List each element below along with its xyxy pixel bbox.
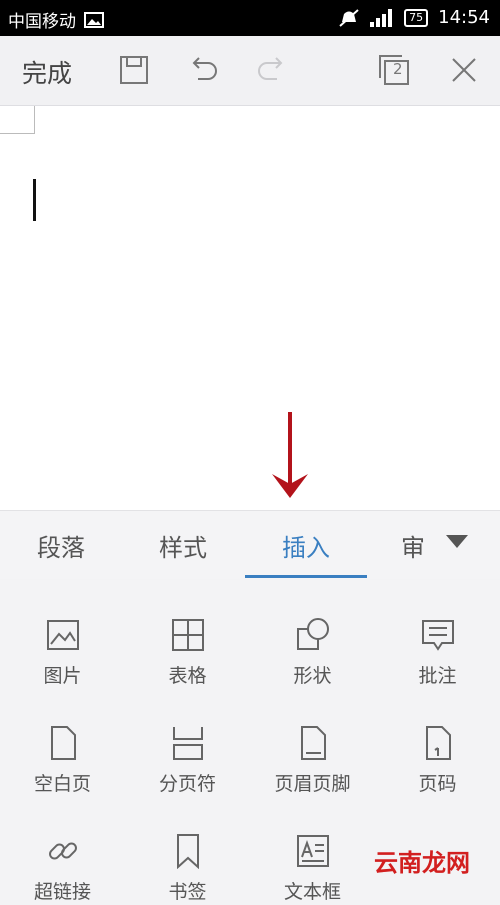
insert-comment-button[interactable]: 批注 bbox=[375, 579, 500, 689]
image-notification-icon bbox=[84, 11, 104, 28]
save-button[interactable] bbox=[116, 52, 152, 88]
blank-page-icon bbox=[50, 726, 76, 760]
signal-icon bbox=[370, 8, 393, 27]
insert-bookmark-button[interactable]: 书签 bbox=[125, 795, 250, 905]
insert-image-label: 图片 bbox=[43, 665, 82, 687]
save-icon bbox=[120, 56, 148, 84]
link-icon bbox=[48, 842, 77, 860]
bookmark-icon bbox=[176, 834, 199, 869]
insert-comment-label: 批注 bbox=[418, 665, 457, 687]
insert-page-break-button[interactable]: 分页符 bbox=[125, 687, 250, 797]
mute-icon bbox=[339, 8, 359, 27]
tab-insert[interactable]: 插入 bbox=[245, 511, 367, 579]
close-icon bbox=[452, 58, 476, 82]
insert-page-number-button[interactable]: 页码 bbox=[375, 687, 500, 797]
insert-bookmark-label: 书签 bbox=[168, 881, 207, 903]
redo-icon bbox=[258, 57, 283, 80]
active-tab-indicator bbox=[245, 575, 367, 578]
clock: 14:54 bbox=[438, 7, 490, 28]
close-button[interactable] bbox=[446, 52, 482, 88]
status-bar: 中国移动 75 14:54 bbox=[0, 0, 500, 36]
page-count: 2 bbox=[393, 60, 403, 78]
table-icon bbox=[171, 619, 204, 651]
text-box-icon bbox=[296, 835, 329, 867]
tab-paragraph[interactable]: 段落 bbox=[0, 511, 122, 579]
text-cursor bbox=[33, 179, 36, 221]
insert-blank-page-button[interactable]: 空白页 bbox=[0, 687, 125, 797]
insert-table-label: 表格 bbox=[168, 665, 207, 687]
comment-icon bbox=[421, 620, 454, 651]
insert-link-button[interactable]: 超链接 bbox=[0, 795, 125, 905]
undo-button[interactable] bbox=[186, 52, 222, 88]
editor-toolbar: 完成 2 bbox=[0, 36, 500, 106]
redo-button[interactable] bbox=[253, 52, 289, 88]
down-arrow-annotation-icon bbox=[272, 412, 308, 498]
battery-indicator: 75 bbox=[404, 8, 429, 27]
insert-blank-page-label: 空白页 bbox=[33, 773, 91, 795]
undo-icon bbox=[192, 57, 217, 80]
more-tabs-dropdown-icon[interactable] bbox=[446, 535, 468, 548]
insert-text-box-button[interactable]: 文本框 bbox=[250, 795, 375, 905]
carrier-label: 中国移动 bbox=[8, 12, 76, 32]
insert-link-label: 超链接 bbox=[33, 881, 91, 903]
image-icon bbox=[46, 620, 79, 650]
insert-shape-button[interactable]: 形状 bbox=[250, 579, 375, 689]
page-switch-button[interactable]: 2 bbox=[376, 52, 412, 88]
insert-header-footer-label: 页眉页脚 bbox=[274, 773, 351, 795]
tab-style[interactable]: 样式 bbox=[122, 511, 244, 579]
header-footer-icon bbox=[300, 726, 326, 760]
insert-header-footer-button[interactable]: 页眉页脚 bbox=[250, 687, 375, 797]
insert-page-number-label: 页码 bbox=[418, 773, 457, 795]
done-button[interactable]: 完成 bbox=[22, 54, 72, 90]
insert-image-button[interactable]: 图片 bbox=[0, 579, 125, 689]
page-corner-mark bbox=[0, 106, 35, 134]
watermark-logo: 云南龙网 bbox=[374, 849, 470, 877]
insert-text-box-label: 文本框 bbox=[283, 881, 341, 903]
shape-icon bbox=[296, 618, 329, 650]
page-number-icon bbox=[425, 726, 451, 760]
insert-page-break-label: 分页符 bbox=[158, 773, 216, 795]
document-canvas[interactable] bbox=[0, 106, 500, 510]
ribbon-tabs: 段落 样式 插入 审 bbox=[0, 510, 500, 580]
insert-shape-label: 形状 bbox=[293, 665, 332, 687]
tab-review[interactable]: 审 bbox=[380, 511, 446, 579]
page-break-icon bbox=[172, 727, 203, 760]
insert-table-button[interactable]: 表格 bbox=[125, 579, 250, 689]
